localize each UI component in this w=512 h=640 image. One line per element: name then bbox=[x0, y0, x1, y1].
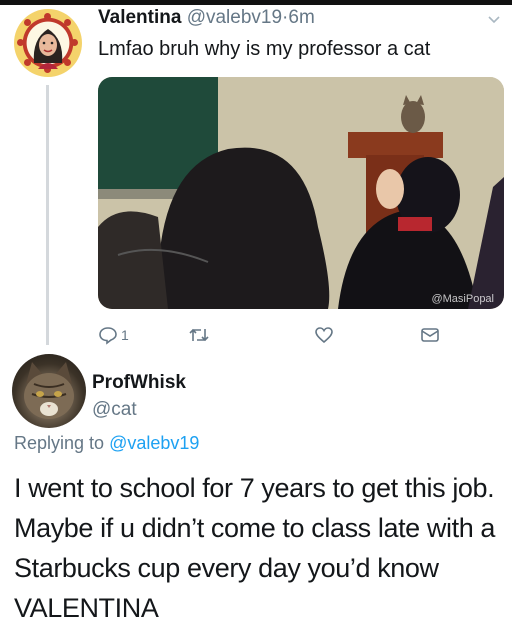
avatar[interactable] bbox=[12, 354, 86, 428]
mail-icon bbox=[421, 328, 439, 342]
display-name[interactable]: ProfWhisk bbox=[92, 372, 186, 394]
heart-icon bbox=[315, 327, 333, 344]
reply-count: 1 bbox=[121, 327, 129, 343]
tweet-photo[interactable]: @MasiPopal bbox=[98, 77, 504, 309]
replying-to: Replying to @valebv19 bbox=[14, 433, 199, 454]
tweet-text: Lmfao bruh why is my professor a cat bbox=[98, 38, 431, 60]
tweet-header: Valentina @valebv19·6m bbox=[98, 7, 315, 29]
chevron-down-icon[interactable] bbox=[486, 11, 502, 27]
reply-icon bbox=[99, 327, 117, 345]
user-handle[interactable]: @valebv19 bbox=[187, 7, 282, 28]
timestamp[interactable]: 6m bbox=[288, 7, 314, 28]
reply-text: I went to school for 7 years to get this… bbox=[14, 473, 496, 623]
original-tweet[interactable]: Valentina @valebv19·6m Lmfao bruh why is… bbox=[0, 5, 512, 345]
replying-handle-link[interactable]: @valebv19 bbox=[109, 433, 199, 453]
display-name[interactable]: Valentina bbox=[98, 7, 181, 28]
avatar[interactable] bbox=[14, 9, 82, 77]
photo-watermark: @MasiPopal bbox=[431, 293, 494, 305]
user-handle[interactable]: @cat bbox=[92, 399, 137, 421]
retweet-icon bbox=[189, 328, 209, 342]
reply-tweet[interactable]: ProfWhisk @cat Replying to @valebv19 I w… bbox=[0, 344, 512, 640]
thread-line bbox=[46, 85, 49, 345]
replying-label: Replying to bbox=[14, 433, 105, 453]
